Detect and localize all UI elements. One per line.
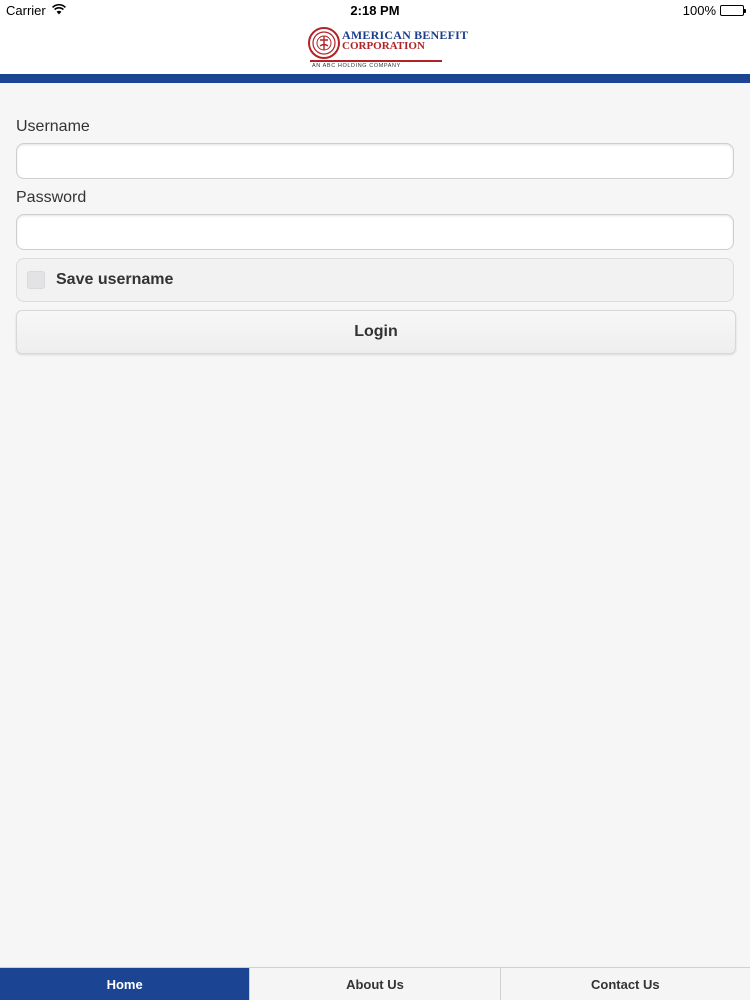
status-bar: Carrier 2:18 PM 100% — [0, 0, 750, 22]
login-button[interactable]: Login — [16, 310, 736, 354]
bottom-tab-bar: Home About Us Contact Us — [0, 967, 750, 1000]
save-username-checkbox[interactable] — [27, 271, 45, 289]
tab-home[interactable]: Home — [0, 968, 250, 1000]
save-username-toggle[interactable]: Save username — [16, 258, 734, 302]
password-label: Password — [16, 189, 87, 206]
logo-wordmark: AMERICAN BENEFIT CORPORATION — [342, 29, 468, 52]
username-label: Username — [16, 118, 90, 135]
status-right: 100% — [682, 3, 746, 18]
save-username-label: Save username — [56, 271, 174, 288]
tab-contact-us[interactable]: Contact Us — [499, 968, 750, 1000]
logo-rule — [310, 60, 442, 62]
seal-icon — [308, 27, 340, 59]
tab-about-us[interactable]: About Us — [249, 968, 499, 1000]
company-logo: AMERICAN BENEFIT CORPORATION AN ABC HOLD… — [308, 26, 468, 70]
battery-icon — [720, 5, 746, 16]
app-header: AMERICAN BENEFIT CORPORATION AN ABC HOLD… — [0, 22, 750, 74]
status-time: 2:18 PM — [350, 3, 400, 18]
logo-subtitle: AN ABC HOLDING COMPANY — [312, 63, 401, 69]
header-divider-band — [0, 74, 750, 83]
password-input[interactable] — [16, 214, 734, 250]
login-form: Username Password Save username Login — [16, 83, 736, 354]
battery-percent: 100% — [682, 3, 716, 18]
logo-line2: CORPORATION — [342, 40, 425, 52]
username-input[interactable] — [16, 143, 734, 179]
